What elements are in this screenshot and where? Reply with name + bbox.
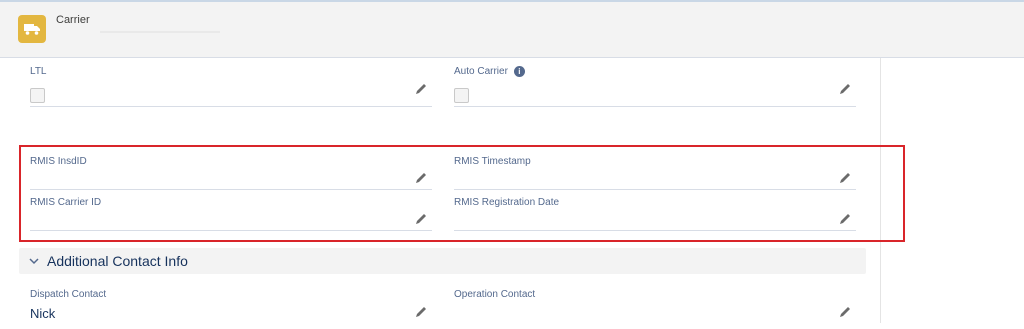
edit-pencil-icon[interactable] <box>838 82 852 96</box>
chevron-down-icon[interactable] <box>28 255 40 267</box>
field-auto-carrier: Auto Carrier i <box>454 66 856 107</box>
field-ltl: LTL <box>30 66 432 107</box>
section-header-additional-contact[interactable]: Additional Contact Info <box>19 248 866 274</box>
record-name-placeholder <box>100 31 220 33</box>
record-header: Carrier <box>0 2 1024 58</box>
object-label: Carrier <box>56 14 90 26</box>
edit-pencil-icon[interactable] <box>838 305 852 319</box>
field-label: Dispatch Contact <box>30 289 107 300</box>
field-dispatch-contact: Dispatch Contact Nick <box>30 289 432 329</box>
truck-icon <box>18 15 46 43</box>
edit-pencil-icon[interactable] <box>414 305 428 319</box>
section-title: Additional Contact Info <box>47 253 188 269</box>
field-label: LTL <box>30 66 47 77</box>
field-label: Auto Carrier i <box>454 66 525 77</box>
edit-pencil-icon[interactable] <box>414 82 428 96</box>
info-icon[interactable]: i <box>513 66 525 77</box>
auto-carrier-checkbox[interactable] <box>454 88 469 103</box>
field-label: Operation Contact <box>454 289 536 300</box>
ltl-checkbox[interactable] <box>30 88 45 103</box>
red-highlight-box <box>19 145 905 242</box>
field-value: Nick <box>30 306 56 321</box>
field-operation-contact: Operation Contact <box>454 289 856 329</box>
